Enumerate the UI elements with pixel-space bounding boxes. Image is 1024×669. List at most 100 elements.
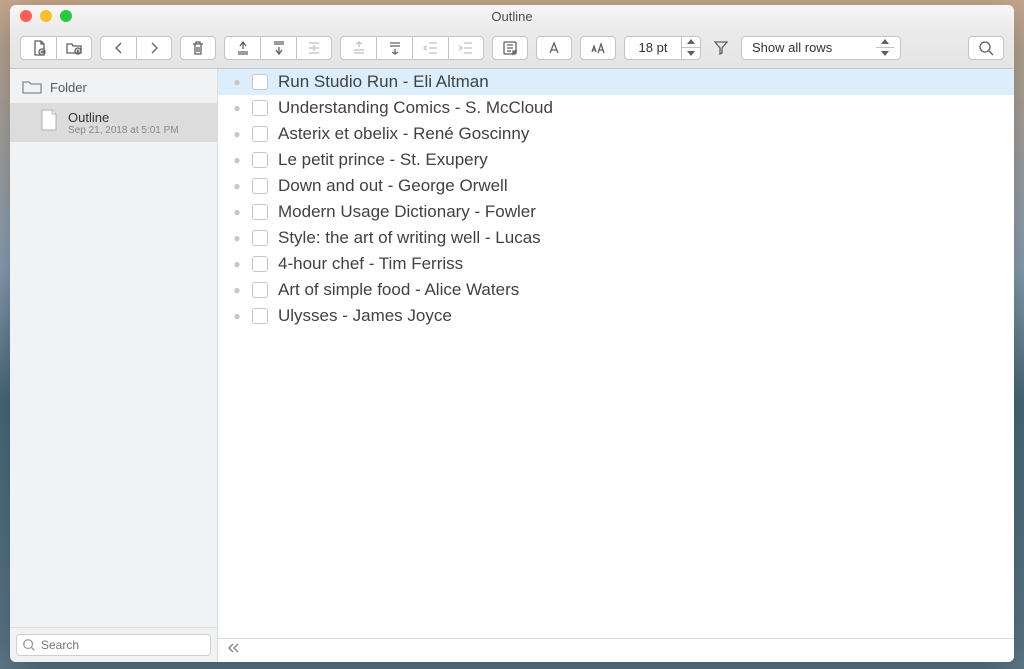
row-bullet: ●: [232, 179, 242, 193]
minimize-window-button[interactable]: [40, 10, 52, 22]
sidebar-file-name: Outline: [68, 110, 179, 125]
row-text[interactable]: Understanding Comics - S. McCloud: [278, 98, 553, 118]
font-size-down-button[interactable]: [682, 48, 700, 59]
chevron-down-icon: [687, 51, 695, 56]
row-bullet: ●: [232, 309, 242, 323]
row-checkbox[interactable]: [252, 256, 268, 272]
chevron-right-icon: [146, 40, 162, 56]
bottom-bar: [218, 638, 1014, 662]
outline-row[interactable]: ● 4-hour chef - Tim Ferriss: [218, 251, 1014, 277]
chevron-down-icon: [881, 51, 889, 56]
outline-row[interactable]: ●Art of simple food - Alice Waters: [218, 277, 1014, 303]
move-down-button[interactable]: [376, 36, 412, 60]
window-title: Outline: [10, 9, 1014, 24]
row-text[interactable]: Style: the art of writing well - Lucas: [278, 228, 541, 248]
insert-above-icon: [235, 40, 251, 56]
chevron-up-icon: [687, 39, 695, 44]
trash-icon: [190, 40, 206, 56]
row-filter-label: Show all rows: [752, 40, 872, 55]
outdent-icon: [423, 40, 439, 56]
row-text[interactable]: Run Studio Run - Eli Altman: [278, 72, 489, 92]
row-checkbox[interactable]: [252, 308, 268, 324]
collapse-sidebar-button[interactable]: [226, 641, 240, 660]
search-button[interactable]: [968, 36, 1004, 60]
outline-row[interactable]: ● Run Studio Run - Eli Altman: [218, 69, 1014, 95]
outline-row[interactable]: ● Modern Usage Dictionary - Fowler: [218, 199, 1014, 225]
row-filter-select[interactable]: Show all rows: [741, 36, 901, 60]
document-icon: [40, 109, 58, 136]
row-checkbox[interactable]: [252, 204, 268, 220]
sidebar-section-folder[interactable]: Folder: [10, 69, 217, 103]
row-text[interactable]: Down and out - George Orwell: [278, 176, 508, 196]
move-up-button[interactable]: [340, 36, 376, 60]
nav-forward-button[interactable]: [136, 36, 172, 60]
search-icon: [978, 40, 994, 56]
outline-row[interactable]: ● Down and out - George Orwell: [218, 173, 1014, 199]
close-window-button[interactable]: [20, 10, 32, 22]
row-text[interactable]: Art of simple food - Alice Waters: [278, 280, 519, 300]
row-bullet: ●: [232, 127, 242, 141]
row-text[interactable]: Le petit prince - St. Exupery: [278, 150, 488, 170]
search-input[interactable]: [16, 634, 211, 656]
row-checkbox[interactable]: [252, 152, 268, 168]
outline-row[interactable]: ● Asterix et obelix - René Goscinny: [218, 121, 1014, 147]
chevron-left-icon: [111, 40, 127, 56]
chevron-up-icon: [881, 39, 889, 44]
row-bullet: ●: [232, 257, 242, 271]
text-size-button[interactable]: [580, 36, 616, 60]
font-size-control[interactable]: 18 pt: [624, 36, 701, 60]
font-button[interactable]: [536, 36, 572, 60]
toolbar: 18 pt Show all rows: [10, 27, 1014, 69]
sidebar: Folder Outline Sep 21, 2018 at 5:01 PM: [10, 69, 218, 662]
zoom-window-button[interactable]: [60, 10, 72, 22]
filter-button[interactable]: [709, 36, 733, 60]
row-checkbox[interactable]: [252, 178, 268, 194]
add-row-inside-button[interactable]: [296, 36, 332, 60]
outline-row[interactable]: ● Style: the art of writing well - Lucas: [218, 225, 1014, 251]
row-bullet: ●: [232, 75, 242, 89]
app-window: Outline: [10, 5, 1014, 662]
titlebar[interactable]: Outline: [10, 5, 1014, 27]
indent-icon: [458, 40, 474, 56]
row-checkbox[interactable]: [252, 282, 268, 298]
row-text[interactable]: Asterix et obelix - René Goscinny: [278, 124, 529, 144]
outdent-button[interactable]: [412, 36, 448, 60]
notes-button[interactable]: [492, 36, 528, 60]
add-row-above-button[interactable]: [224, 36, 260, 60]
move-down-icon: [387, 40, 403, 56]
folder-plus-icon: [66, 40, 82, 56]
row-bullet: ●: [232, 231, 242, 245]
delete-button[interactable]: [180, 36, 216, 60]
open-folder-button[interactable]: [56, 36, 92, 60]
funnel-icon: [713, 40, 729, 56]
outline-list[interactable]: ● Run Studio Run - Eli Altman ● Understandi…: [218, 69, 1014, 638]
sidebar-file-item[interactable]: Outline Sep 21, 2018 at 5:01 PM: [10, 103, 217, 142]
font-icon: [546, 40, 562, 56]
insert-inside-icon: [306, 40, 322, 56]
row-checkbox[interactable]: [252, 126, 268, 142]
font-size-value: 18 pt: [625, 40, 681, 55]
content-area: ● Run Studio Run - Eli Altman ● Understandi…: [218, 69, 1014, 662]
row-bullet: ●: [232, 101, 242, 115]
chevrons-left-icon: [226, 641, 240, 655]
font-size-up-button[interactable]: [682, 37, 700, 48]
row-text[interactable]: 4-hour chef - Tim Ferriss: [278, 254, 463, 274]
row-checkbox[interactable]: [252, 74, 268, 90]
outline-row[interactable]: ● Understanding Comics - S. McCloud: [218, 95, 1014, 121]
row-bullet: ●: [232, 205, 242, 219]
nav-back-button[interactable]: [100, 36, 136, 60]
add-row-below-button[interactable]: [260, 36, 296, 60]
indent-button[interactable]: [448, 36, 484, 60]
new-document-button[interactable]: [20, 36, 56, 60]
note-icon: [502, 40, 518, 56]
move-up-icon: [351, 40, 367, 56]
folder-icon: [22, 79, 42, 95]
main-area: Folder Outline Sep 21, 2018 at 5:01 PM ●…: [10, 69, 1014, 662]
sidebar-file-date: Sep 21, 2018 at 5:01 PM: [68, 125, 179, 136]
outline-row[interactable]: ●Le petit prince - St. Exupery: [218, 147, 1014, 173]
row-checkbox[interactable]: [252, 230, 268, 246]
row-text[interactable]: Ulysses - James Joyce: [278, 306, 452, 326]
row-checkbox[interactable]: [252, 100, 268, 116]
outline-row[interactable]: ● Ulysses - James Joyce: [218, 303, 1014, 329]
row-text[interactable]: Modern Usage Dictionary - Fowler: [278, 202, 536, 222]
